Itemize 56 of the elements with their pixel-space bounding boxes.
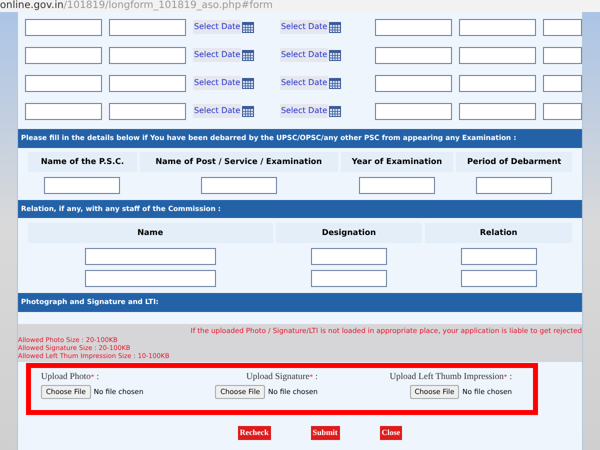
text-field[interactable] — [310, 248, 387, 265]
calendar-icon[interactable] — [329, 50, 342, 60]
text-field[interactable] — [375, 74, 452, 92]
calendar-icon[interactable] — [329, 78, 342, 88]
text-field[interactable] — [543, 18, 582, 36]
text-field[interactable] — [109, 102, 186, 120]
text-field[interactable] — [44, 176, 120, 194]
column-header: Name of the P.S.C. — [28, 152, 137, 172]
text-field[interactable] — [25, 74, 102, 92]
calendar-icon[interactable] — [242, 50, 254, 60]
calendar-icon[interactable] — [242, 22, 254, 32]
select-date-button[interactable]: Select Date — [193, 20, 242, 34]
action-button[interactable]: Recheck — [238, 426, 271, 440]
text-field[interactable] — [543, 102, 582, 120]
text-field[interactable] — [543, 46, 582, 64]
text-field[interactable] — [459, 46, 536, 64]
text-field[interactable] — [109, 74, 186, 92]
column-header: Year of Examination — [340, 152, 454, 172]
column-header: Name of Post / Service / Examination — [140, 152, 338, 172]
text-field[interactable] — [109, 46, 186, 64]
text-field[interactable] — [460, 248, 537, 265]
text-field[interactable] — [459, 102, 536, 120]
action-button[interactable]: Submit — [310, 426, 340, 440]
text-field[interactable] — [459, 18, 536, 36]
text-field[interactable] — [459, 74, 536, 92]
select-date-button[interactable]: Select Date — [280, 76, 328, 90]
text-field[interactable] — [25, 102, 102, 120]
select-date-button[interactable]: Select Date — [280, 48, 328, 62]
text-field[interactable] — [84, 270, 216, 287]
text-field[interactable] — [310, 270, 387, 287]
text-field[interactable] — [25, 46, 102, 64]
column-header: Period of Debarment — [456, 152, 572, 172]
select-date-button[interactable]: Select Date — [193, 76, 242, 90]
text-field[interactable] — [375, 18, 452, 36]
calendar-icon[interactable] — [329, 106, 342, 116]
text-field[interactable] — [25, 18, 102, 36]
action-button[interactable]: Close — [380, 426, 402, 440]
select-date-button[interactable]: Select Date — [280, 20, 328, 34]
text-field[interactable] — [476, 176, 552, 194]
text-field[interactable] — [358, 176, 435, 194]
select-date-button[interactable]: Select Date — [193, 48, 242, 62]
select-date-button[interactable]: Select Date — [280, 104, 328, 118]
calendar-icon[interactable] — [242, 106, 254, 116]
column-header: Name — [28, 223, 273, 243]
column-header: Designation — [276, 223, 422, 243]
text-field[interactable] — [375, 46, 452, 64]
text-field[interactable] — [84, 248, 216, 265]
select-date-button[interactable]: Select Date — [193, 104, 242, 118]
text-field[interactable] — [543, 74, 582, 92]
text-field[interactable] — [109, 18, 186, 36]
text-field[interactable] — [200, 176, 277, 194]
text-field[interactable] — [375, 102, 452, 120]
column-header: Relation — [425, 223, 572, 243]
calendar-icon[interactable] — [329, 22, 342, 32]
calendar-icon[interactable] — [242, 78, 254, 88]
text-field[interactable] — [460, 270, 537, 287]
